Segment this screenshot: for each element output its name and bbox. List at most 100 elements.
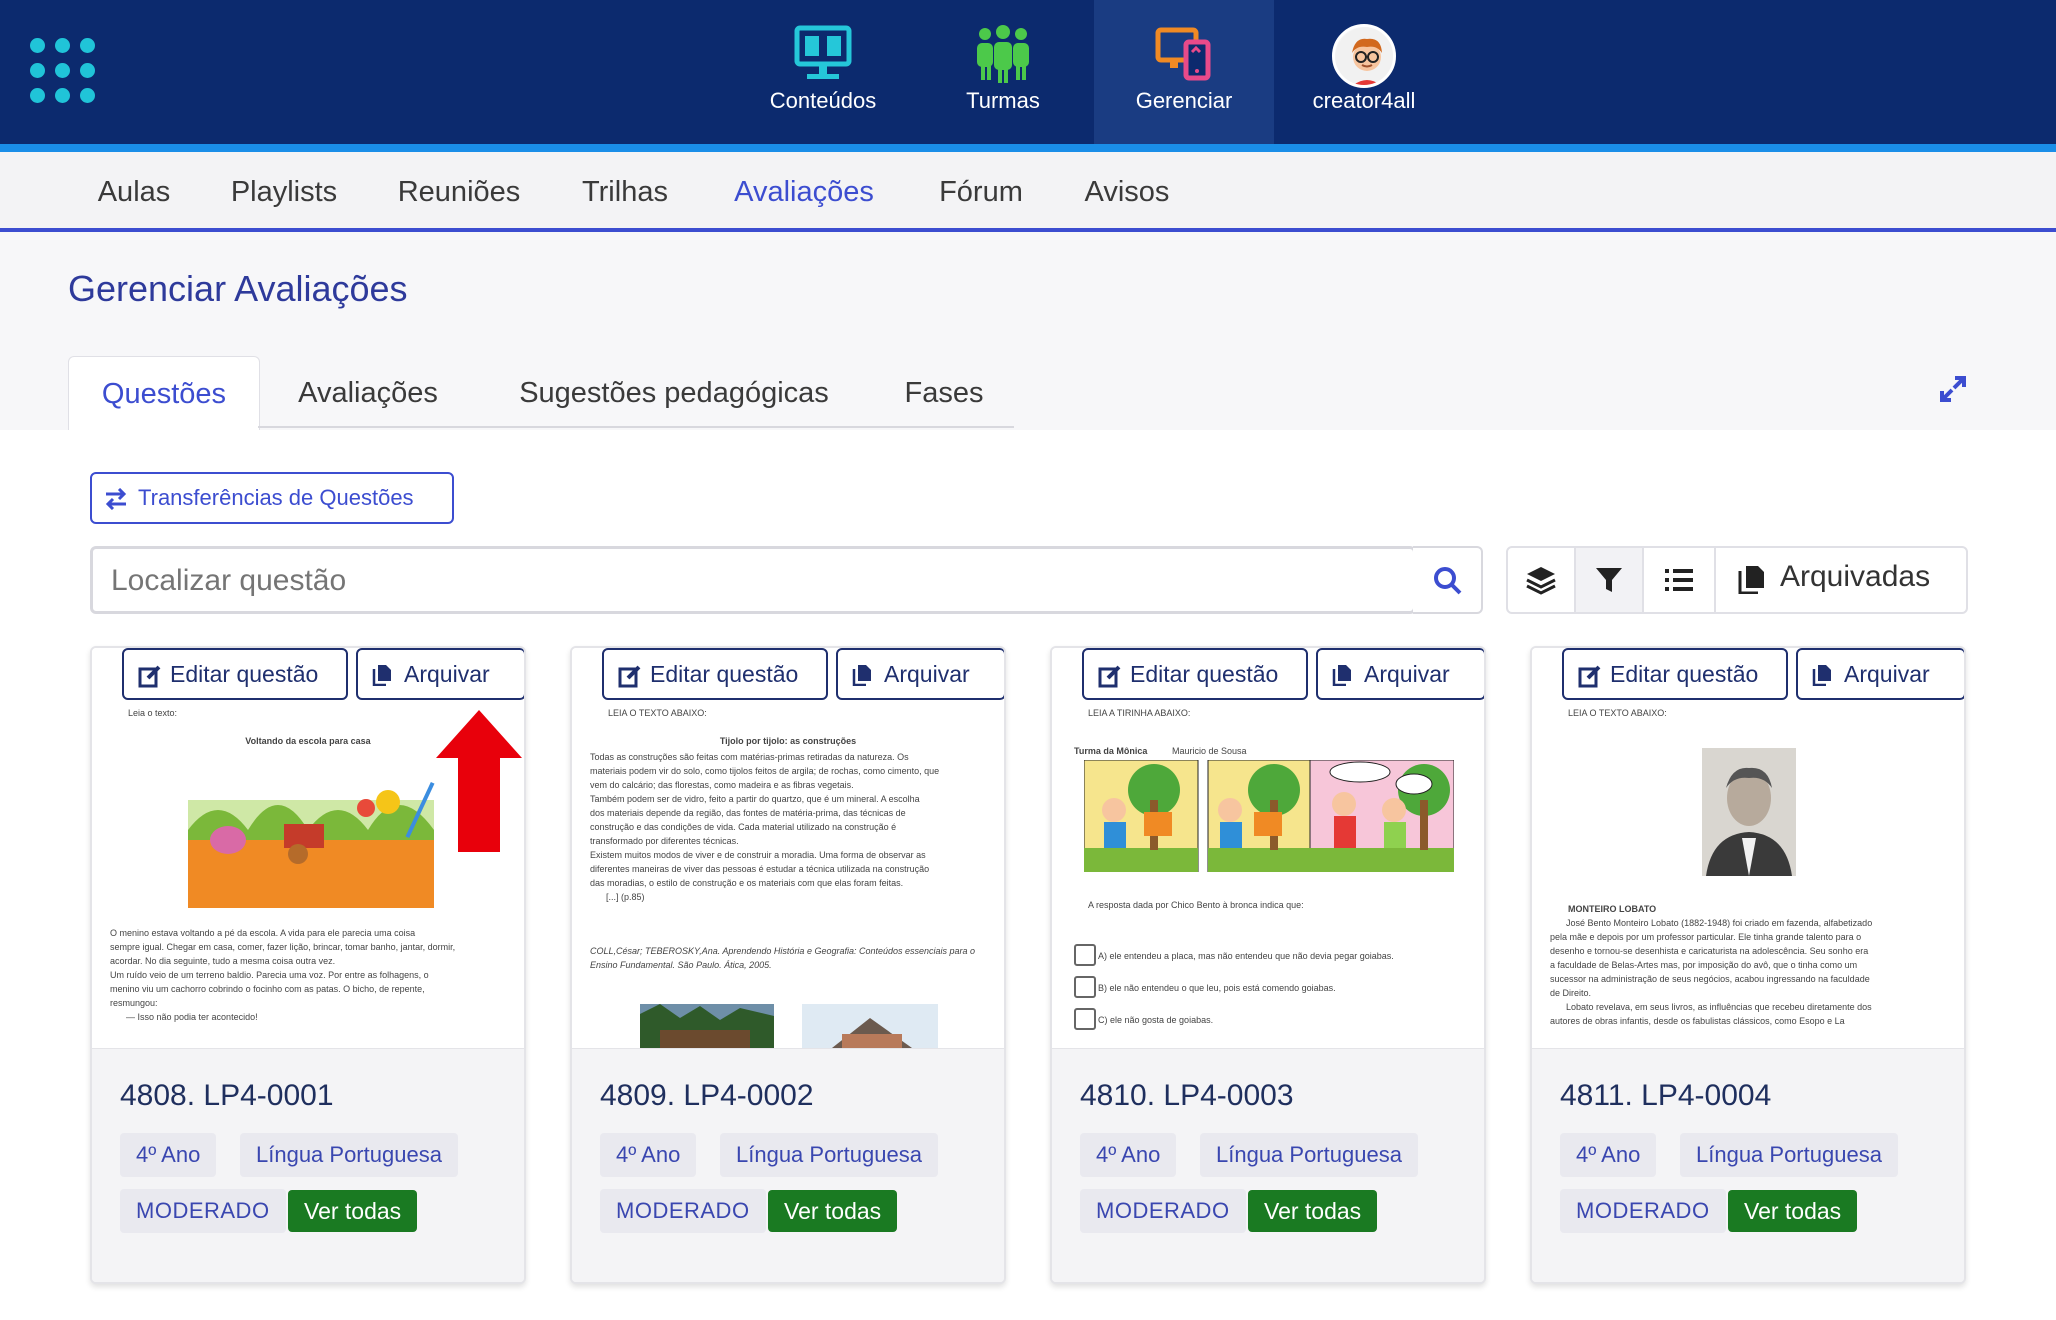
question-card[interactable]: LEIA A TIRINHA ABAIXO: Turma da Mônica M… bbox=[1050, 646, 1486, 1284]
archive-button[interactable]: Arquivar bbox=[356, 648, 524, 700]
archived-button[interactable]: Arquivadas bbox=[1718, 548, 1968, 612]
portrait-photo bbox=[1702, 748, 1796, 876]
edit-question-button[interactable]: Editar questão bbox=[1082, 648, 1308, 700]
preview-heading: LEIA O TEXTO ABAIXO: bbox=[608, 708, 707, 718]
search-input[interactable] bbox=[111, 559, 1411, 603]
question-code: 4810. LP4-0003 bbox=[1080, 1079, 1294, 1112]
expand-icon[interactable] bbox=[1938, 374, 1968, 404]
see-all-button[interactable]: Ver todas bbox=[768, 1190, 898, 1232]
search-button[interactable] bbox=[1413, 546, 1483, 614]
preview-source: COLL,César; TEBEROSKY,Ana. Aprendendo Hi… bbox=[590, 946, 976, 970]
question-text: A resposta dada por Chico Bento à bronca… bbox=[1088, 900, 1304, 910]
option-text: A) ele entendeu a placa, mas não entende… bbox=[1098, 951, 1394, 961]
subject-tag: Língua Portuguesa bbox=[240, 1133, 458, 1177]
subject-tag: Língua Portuguesa bbox=[1200, 1133, 1418, 1177]
preview-title: MONTEIRO LOBATO bbox=[1568, 904, 1657, 914]
nav-gerenciar[interactable]: Gerenciar bbox=[1094, 0, 1274, 144]
tab-questoes[interactable]: Questões bbox=[68, 356, 260, 430]
search-icon bbox=[1434, 567, 1462, 595]
archive-label: Arquivar bbox=[404, 661, 490, 687]
grade-tag: 4º Ano bbox=[1560, 1133, 1657, 1177]
list-icon bbox=[1665, 569, 1693, 591]
preview-heading: LEIA A TIRINHA ABAIXO: bbox=[1088, 708, 1191, 718]
card-info: 4811. LP4-0004 4º Ano Língua Portuguesa … bbox=[1532, 1048, 1964, 1282]
preview-line: autores de obras infantis, desde os fabu… bbox=[1550, 1016, 1845, 1026]
see-all-button[interactable]: Ver todas bbox=[288, 1190, 418, 1232]
edit-icon bbox=[1098, 665, 1121, 688]
tab-forum[interactable]: Fórum bbox=[922, 152, 1040, 232]
nav-user-profile[interactable]: creator4all bbox=[1274, 0, 1454, 144]
subject-tag: Língua Portuguesa bbox=[720, 1133, 938, 1177]
copy-files-icon bbox=[1812, 665, 1831, 686]
nav-turmas[interactable]: Turmas bbox=[913, 0, 1093, 144]
checkbox[interactable] bbox=[1074, 944, 1096, 966]
apps-grid-icon[interactable] bbox=[30, 38, 100, 104]
tab-reunioes[interactable]: Reuniões bbox=[384, 152, 534, 232]
archive-button[interactable]: Arquivar bbox=[1796, 648, 1964, 700]
archive-button[interactable]: Arquivar bbox=[836, 648, 1004, 700]
preview-line: José Bento Monteiro Lobato (1882-1948) f… bbox=[1566, 918, 1873, 928]
status-badge: MODERADO bbox=[600, 1189, 766, 1233]
tab-avaliacoes[interactable]: Avaliações bbox=[698, 152, 910, 232]
nav-label: Conteúdos bbox=[769, 88, 877, 113]
illustration-image bbox=[188, 781, 435, 908]
checkbox[interactable] bbox=[1074, 1008, 1096, 1030]
edit-icon bbox=[618, 665, 641, 688]
copy-files-icon bbox=[1738, 566, 1764, 594]
preview-line: — Isso não podia ter acontecido! bbox=[126, 1012, 258, 1022]
copy-files-icon bbox=[372, 665, 391, 686]
transfer-label: Transferências de Questões bbox=[138, 485, 414, 510]
nav-conteudos[interactable]: Conteúdos bbox=[733, 0, 913, 144]
option-text: B) ele não entendeu o que leu, pois está… bbox=[1098, 983, 1336, 993]
card-info: 4810. LP4-0003 4º Ano Língua Portuguesa … bbox=[1052, 1048, 1484, 1282]
tab-trilhas[interactable]: Trilhas bbox=[564, 152, 686, 232]
question-card[interactable]: LEIA O TEXTO ABAIXO: Tijolo por tijolo: … bbox=[570, 646, 1006, 1284]
preview-line: materiais podem vir do solo, como tijolo… bbox=[590, 766, 940, 776]
transfer-questions-button[interactable]: Transferências de Questões bbox=[90, 472, 454, 524]
preview-line: [...] (p.85) bbox=[606, 892, 645, 902]
question-code: 4811. LP4-0004 bbox=[1560, 1079, 1772, 1112]
preview-line: pela mãe e depois por um professor parti… bbox=[1550, 932, 1862, 942]
preview-line: a faculdade de Belas-Artes mas, por impo… bbox=[1550, 960, 1858, 970]
devices-icon bbox=[1155, 27, 1211, 81]
secondary-nav: Aulas Playlists Reuniões Trilhas Avaliaç… bbox=[0, 152, 2056, 232]
checkbox[interactable] bbox=[1074, 976, 1096, 998]
list-view-button[interactable] bbox=[1644, 548, 1716, 612]
preview-line: O menino estava voltando a pé da escola.… bbox=[110, 928, 416, 938]
comic-author: Mauricio de Sousa bbox=[1172, 746, 1247, 756]
house-photo bbox=[802, 1004, 938, 1048]
top-navbar: Conteúdos Turmas Gerenciar creator4all bbox=[0, 0, 2056, 144]
filter-button[interactable] bbox=[1576, 548, 1644, 612]
edit-question-button[interactable]: Editar questão bbox=[602, 648, 828, 700]
question-card[interactable]: LEIA O TEXTO ABAIXO: MONTEIRO LOBATO Jos… bbox=[1530, 646, 1966, 1284]
tab-avaliacoes-list[interactable]: Avaliações bbox=[276, 356, 460, 430]
edit-label: Editar questão bbox=[1610, 661, 1759, 687]
preview-line: desenho e tornou-se desenhista e caricat… bbox=[1550, 946, 1869, 956]
tab-avisos[interactable]: Avisos bbox=[1070, 152, 1184, 232]
subject-tag: Língua Portuguesa bbox=[1680, 1133, 1898, 1177]
tab-playlists[interactable]: Playlists bbox=[214, 152, 354, 232]
preview-line: vem do calcário; das florestas, como mad… bbox=[590, 780, 854, 790]
question-code: 4808. LP4-0001 bbox=[120, 1079, 334, 1112]
preview-line: das moradias, o estilo de construção e o… bbox=[590, 878, 904, 888]
archive-button[interactable]: Arquivar bbox=[1316, 648, 1484, 700]
question-code: 4809. LP4-0002 bbox=[600, 1079, 814, 1112]
card-info: 4808. LP4-0001 4º Ano Língua Portuguesa … bbox=[92, 1048, 524, 1282]
option-text: C) ele não gosta de goiabas. bbox=[1098, 1015, 1214, 1025]
tab-aulas[interactable]: Aulas bbox=[78, 152, 190, 232]
grade-tag: 4º Ano bbox=[1080, 1133, 1177, 1177]
see-all-button[interactable]: Ver todas bbox=[1728, 1190, 1858, 1232]
page-title: Gerenciar Avaliações bbox=[68, 268, 408, 309]
preview-heading: Leia o texto: bbox=[128, 708, 178, 718]
tab-sugestoes[interactable]: Sugestões pedagógicas bbox=[490, 356, 858, 430]
copy-files-icon bbox=[852, 665, 871, 686]
red-arrow-annotation bbox=[436, 710, 522, 852]
see-all-button[interactable]: Ver todas bbox=[1248, 1190, 1378, 1232]
layers-button[interactable] bbox=[1508, 548, 1576, 612]
edit-question-button[interactable]: Editar questão bbox=[122, 648, 348, 700]
preview-line: diferentes maneiras de viver das pessoas… bbox=[590, 864, 930, 874]
preview-line: acordar. No dia seguinte, tudo a mesma c… bbox=[110, 956, 336, 966]
people-icon bbox=[977, 25, 1029, 83]
tab-fases[interactable]: Fases bbox=[884, 356, 1004, 430]
edit-question-button[interactable]: Editar questão bbox=[1562, 648, 1788, 700]
